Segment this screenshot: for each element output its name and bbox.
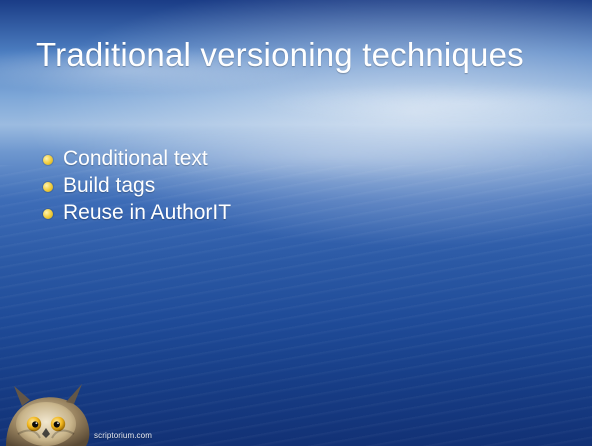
bullet-dot-icon <box>43 208 53 219</box>
owl-icon <box>6 384 90 446</box>
bullet-text: Conditional text <box>63 147 208 170</box>
bullet-item: Build tags <box>43 172 563 199</box>
bullet-dot-icon <box>43 181 53 192</box>
bullet-item: Conditional text <box>43 145 563 172</box>
slide-title: Traditional versioning techniques <box>36 36 524 73</box>
bullet-list: Conditional text Build tags Reuse in Aut… <box>43 145 563 226</box>
slide: Traditional versioning techniques Condit… <box>0 0 592 446</box>
footer-website: scriptorium.com <box>94 431 152 440</box>
bullet-text: Reuse in AuthorIT <box>63 201 232 224</box>
bullet-item: Reuse in AuthorIT <box>43 199 563 226</box>
bullet-dot-icon <box>43 154 53 165</box>
bullet-text: Build tags <box>63 174 156 197</box>
